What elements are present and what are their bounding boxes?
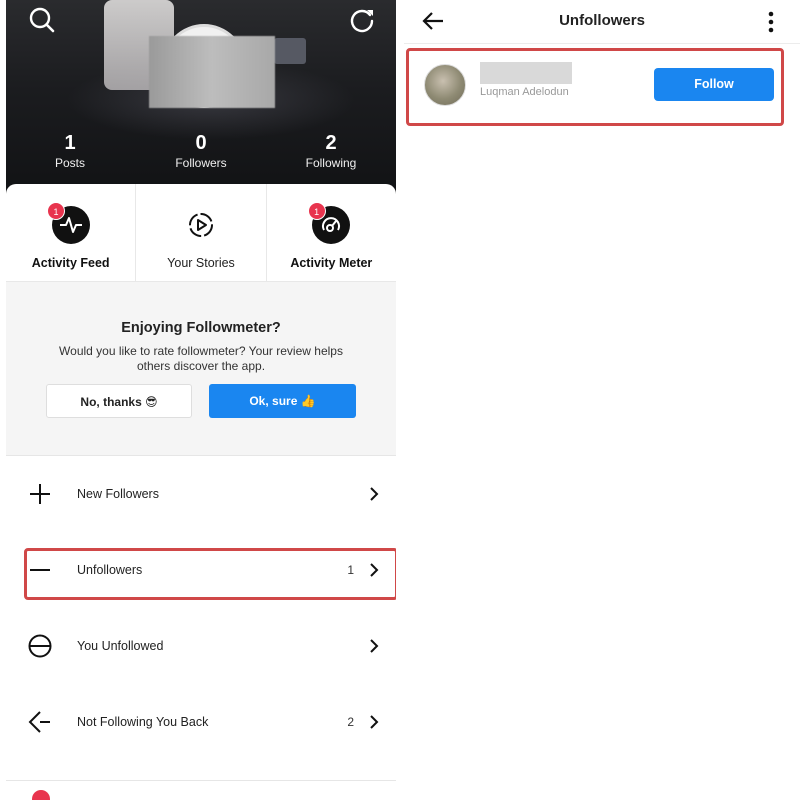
stat-followers[interactable]: 0 Followers — [146, 132, 256, 172]
blurred-username — [480, 62, 572, 84]
minus-icon — [30, 569, 50, 571]
stat-label: Followers — [175, 156, 227, 170]
more-vertical-icon[interactable] — [766, 10, 776, 34]
list-item[interactable]: Luqman Adelodun Follow — [408, 50, 780, 122]
arrow-left-icon — [28, 711, 50, 733]
follow-button[interactable]: Follow — [654, 68, 774, 101]
feature-your-stories[interactable]: Your Stories — [136, 184, 267, 281]
menu-item-label: Unfollowers — [77, 563, 143, 577]
top-app-bar: Unfollowers — [404, 0, 800, 44]
feature-activity-meter[interactable]: 1 Activity Meter — [267, 184, 396, 281]
rate-card-title: Enjoying Followmeter? — [121, 320, 281, 336]
stat-posts[interactable]: 1 Posts — [15, 132, 125, 172]
feature-label: Activity Meter — [290, 256, 373, 270]
notification-badge: 1 — [307, 202, 326, 220]
divider — [6, 780, 396, 781]
play-circle-icon — [182, 206, 220, 244]
plus-icon — [30, 484, 50, 504]
chevron-right-icon — [370, 639, 379, 653]
rate-card-text: Would you like to rate followmeter? Your… — [59, 344, 343, 373]
menu-item-label: You Unfollowed — [77, 639, 164, 653]
search-icon[interactable] — [28, 6, 56, 34]
rate-app-card: Enjoying Followmeter? Would you like to … — [6, 282, 396, 456]
avatar[interactable] — [424, 64, 466, 106]
menu-item-label: Not Following You Back — [77, 715, 209, 729]
ok-sure-button[interactable]: Ok, sure 👍 — [209, 384, 356, 418]
stat-value: 0 — [195, 132, 207, 154]
stat-label: Posts — [54, 156, 85, 170]
stat-value: 2 — [325, 132, 337, 154]
menu-item-label: New Followers — [77, 487, 159, 501]
menu-item-unfollowers[interactable]: Unfollowers 1 — [6, 540, 396, 600]
unfollowers-screen: Unfollowers Luqman Adelodun Follow — [404, 0, 800, 800]
feature-label: Your Stories — [167, 256, 235, 270]
background-photo-detail — [274, 38, 306, 64]
stat-label: Following — [305, 156, 357, 170]
partial-menu-icon — [32, 790, 50, 800]
circle-minus-icon — [28, 634, 52, 658]
no-thanks-button[interactable]: No, thanks 😎 — [46, 384, 192, 418]
notification-badge: 1 — [47, 202, 65, 220]
user-display-name: Luqman Adelodun — [480, 86, 569, 98]
feature-row: 1 Activity Feed Your Stories 1 Activity … — [6, 184, 396, 282]
menu-item-not-following-back[interactable]: Not Following You Back 2 — [6, 692, 396, 752]
menu-item-new-followers[interactable]: New Followers — [6, 464, 396, 524]
menu-item-count: 2 — [347, 715, 354, 729]
chevron-right-icon — [370, 487, 379, 501]
stat-value: 1 — [64, 132, 76, 154]
followmeter-home-screen: 1 Posts 0 Followers 2 Following 1 Activi… — [6, 0, 396, 800]
menu-item-you-unfollowed[interactable]: You Unfollowed — [6, 616, 396, 676]
refresh-icon[interactable] — [348, 6, 376, 34]
screen-title: Unfollowers — [559, 12, 645, 29]
stat-following[interactable]: 2 Following — [276, 132, 386, 172]
blurred-username — [149, 36, 275, 108]
chevron-right-icon — [370, 563, 379, 577]
menu-item-count: 1 — [347, 563, 354, 577]
profile-header: 1 Posts 0 Followers 2 Following — [6, 0, 396, 200]
feature-label: Activity Feed — [31, 256, 110, 270]
feature-activity-feed[interactable]: 1 Activity Feed — [6, 184, 137, 281]
chevron-right-icon — [370, 715, 379, 729]
